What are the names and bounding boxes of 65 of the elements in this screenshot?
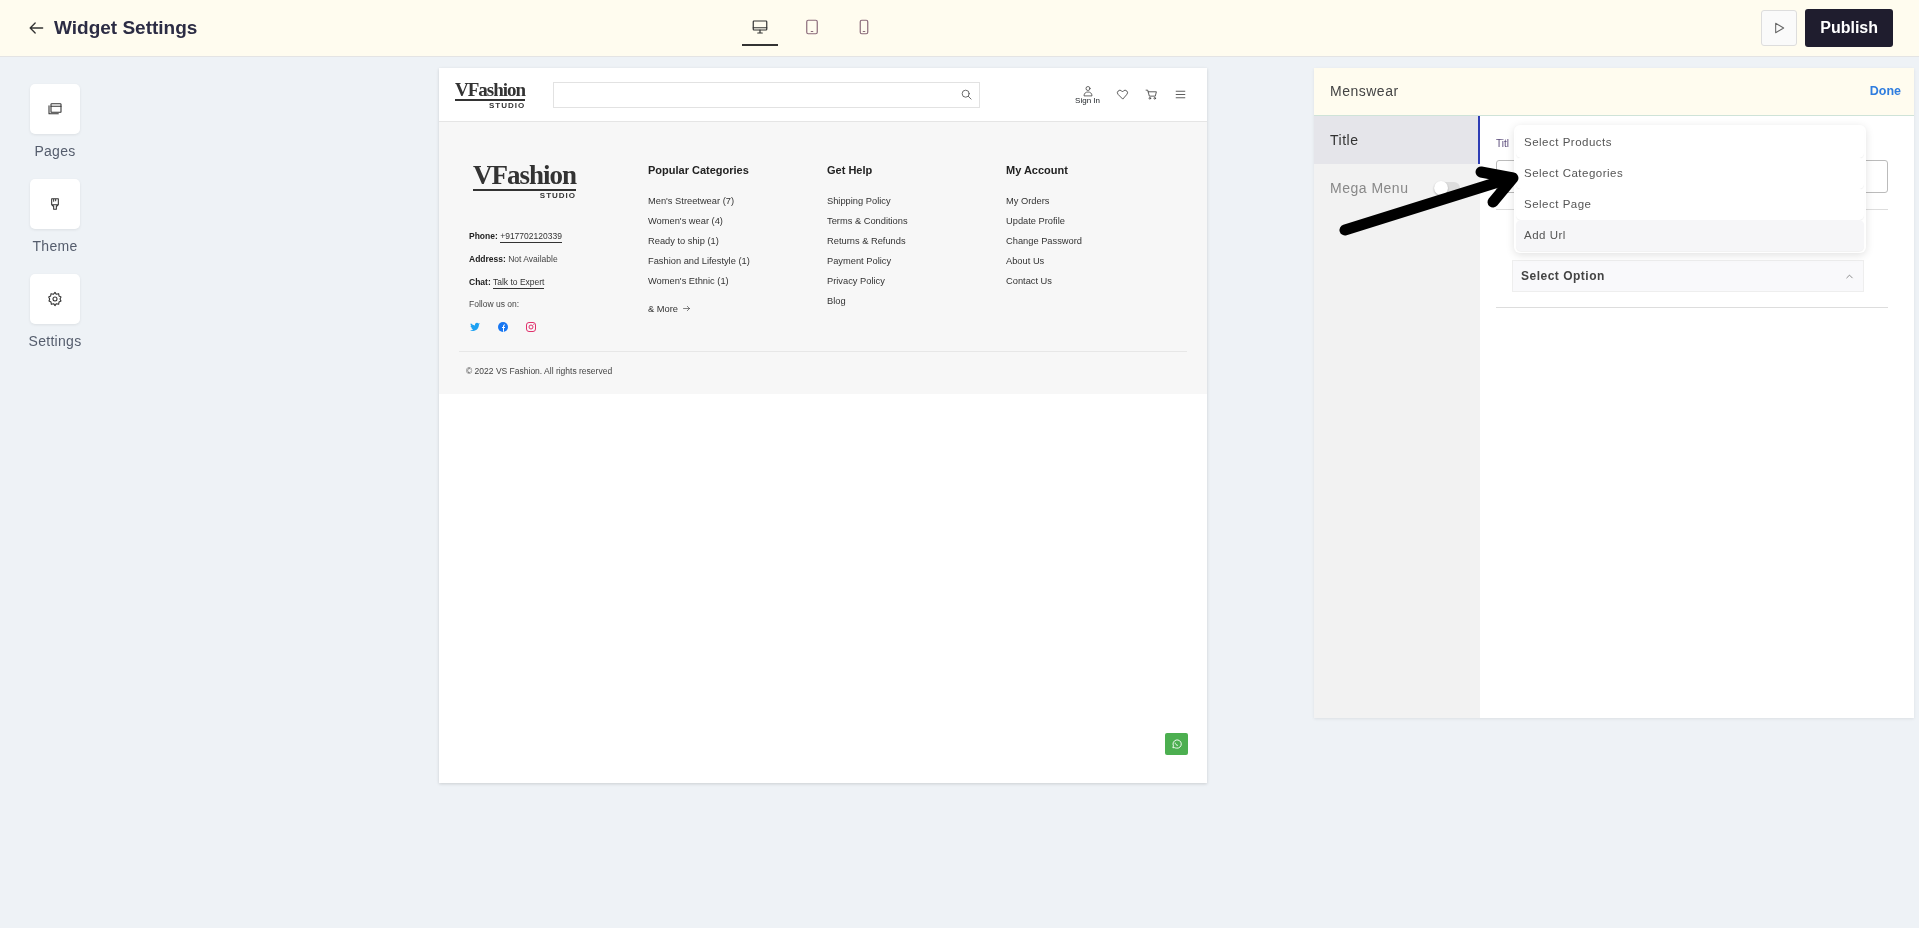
follow-label: Follow us on: xyxy=(469,298,521,311)
footer-link[interactable]: My Orders xyxy=(1006,190,1185,211)
footer-link[interactable]: Contact Us xyxy=(1006,270,1185,291)
cart-icon xyxy=(1145,88,1158,101)
arrow-right-icon xyxy=(681,304,691,313)
dropdown-option[interactable]: Add Url xyxy=(1516,220,1864,251)
footer-link[interactable]: Payment Policy xyxy=(827,250,1006,271)
contact-link[interactable]: +917702120339 xyxy=(500,231,562,243)
footer-link[interactable]: Blog xyxy=(827,290,1006,311)
windows-icon xyxy=(47,101,63,117)
publish-button[interactable]: Publish xyxy=(1805,9,1893,47)
contact-link[interactable]: Talk to Expert xyxy=(492,276,545,289)
sidebar-label: Theme xyxy=(32,237,78,256)
dropdown-option[interactable]: Select Categories xyxy=(1516,158,1864,189)
facebook-icon[interactable] xyxy=(497,321,509,333)
heart-icon xyxy=(1116,88,1129,101)
contact-line: Chat: Talk to Expert xyxy=(469,275,546,289)
option-select[interactable]: Select Option xyxy=(1512,260,1864,292)
contact-line: Phone: +917702120339 xyxy=(469,230,563,243)
preview-button[interactable] xyxy=(1761,10,1798,46)
theme-button[interactable] xyxy=(30,179,80,229)
instagram-icon[interactable] xyxy=(525,321,537,333)
footer-link[interactable]: About Us xyxy=(1006,250,1185,271)
panel-title: Menswear xyxy=(1330,82,1399,101)
footer-link[interactable]: Shipping Policy xyxy=(827,190,1006,211)
footer-link[interactable]: Fashion and Lifestyle (1) xyxy=(648,250,827,271)
field-label: Titl xyxy=(1496,137,1509,151)
contact-line: Address: Not Available xyxy=(469,252,559,266)
dropdown-option[interactable]: Select Products xyxy=(1516,127,1864,158)
more-link[interactable]: & More xyxy=(648,298,691,319)
search-field[interactable] xyxy=(553,81,981,108)
footer-link[interactable]: Women's Ethnic (1) xyxy=(648,270,827,291)
search-icon xyxy=(960,88,974,101)
heart-button[interactable] xyxy=(1116,88,1129,101)
footer-link[interactable]: Returns & Refunds xyxy=(827,230,1006,251)
desktop-icon xyxy=(751,18,770,36)
footer-link[interactable]: Privacy Policy xyxy=(827,270,1006,291)
dropdown-option[interactable]: Select Page xyxy=(1516,189,1864,220)
site-logo[interactable]: VFashion STUDIO xyxy=(455,79,526,110)
sidebar-label: Pages xyxy=(34,142,76,161)
footer-link[interactable]: Update Profile xyxy=(1006,210,1185,231)
footer-link[interactable]: Men's Streetwear (7) xyxy=(648,190,827,211)
column-heading: My Account xyxy=(1006,163,1069,178)
footer-link[interactable]: Women's wear (4) xyxy=(648,210,827,231)
settings-button[interactable] xyxy=(30,274,80,324)
site-logo[interactable]: VFashion STUDIO xyxy=(473,162,577,200)
sign-in-button[interactable]: Sign In xyxy=(1075,84,1100,105)
pages-button[interactable] xyxy=(30,84,80,134)
done-button[interactable]: Done xyxy=(1869,82,1901,101)
user-icon xyxy=(1081,84,1094,97)
panel-tab[interactable]: Title xyxy=(1314,116,1480,164)
menu-icon xyxy=(1174,88,1187,101)
column-heading: Get Help xyxy=(827,163,874,178)
footer-link[interactable]: Ready to ship (1) xyxy=(648,230,827,251)
footer-link[interactable]: Terms & Conditions xyxy=(827,210,1006,231)
cart-button[interactable] xyxy=(1145,88,1158,101)
page-title: Widget Settings xyxy=(54,15,198,40)
copyright-text: © 2022 VS Fashion. All rights reserved xyxy=(459,351,1187,394)
menu-button[interactable] xyxy=(1174,88,1187,101)
sidebar-label: Settings xyxy=(28,332,82,351)
bird-icon[interactable] xyxy=(469,321,481,333)
settings-icon xyxy=(47,291,63,307)
column-heading: Popular Categories xyxy=(648,163,750,178)
chat-bubble-icon xyxy=(1171,737,1182,751)
footer-link[interactable]: Change Password xyxy=(1006,230,1185,251)
